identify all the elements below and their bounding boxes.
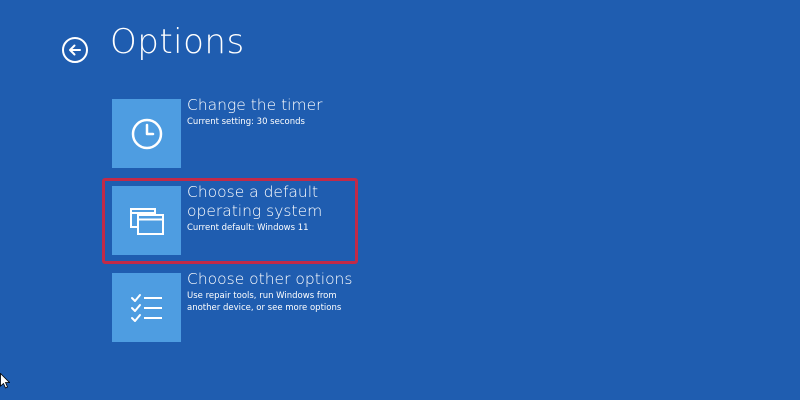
- choose-other-options-option[interactable]: Choose other options Use repair tools, r…: [112, 270, 412, 343]
- option-title: Change the timer: [187, 96, 323, 114]
- option-description: Current setting: 30 seconds: [187, 117, 305, 127]
- option-tile: [112, 273, 181, 342]
- mouse-cursor-icon: [0, 373, 10, 389]
- choose-default-os-option[interactable]: Choose a default operating system Curren…: [112, 183, 412, 256]
- change-timer-option[interactable]: Change the timer Current setting: 30 sec…: [112, 96, 412, 169]
- option-title: Choose other options: [187, 270, 353, 288]
- page-title: Options: [110, 22, 245, 62]
- back-button[interactable]: [62, 37, 88, 63]
- option-description: Use repair tools, run Windows from anoth…: [187, 291, 342, 313]
- checklist-icon: [130, 293, 162, 322]
- windows-stack-icon: [129, 207, 164, 235]
- option-tile: [112, 99, 181, 168]
- clock-icon: [131, 118, 162, 149]
- option-tile: [112, 186, 181, 255]
- option-description: Current default: Windows 11: [187, 223, 309, 233]
- back-arrow-icon: [69, 44, 81, 56]
- option-title: Choose a default operating system: [187, 183, 323, 220]
